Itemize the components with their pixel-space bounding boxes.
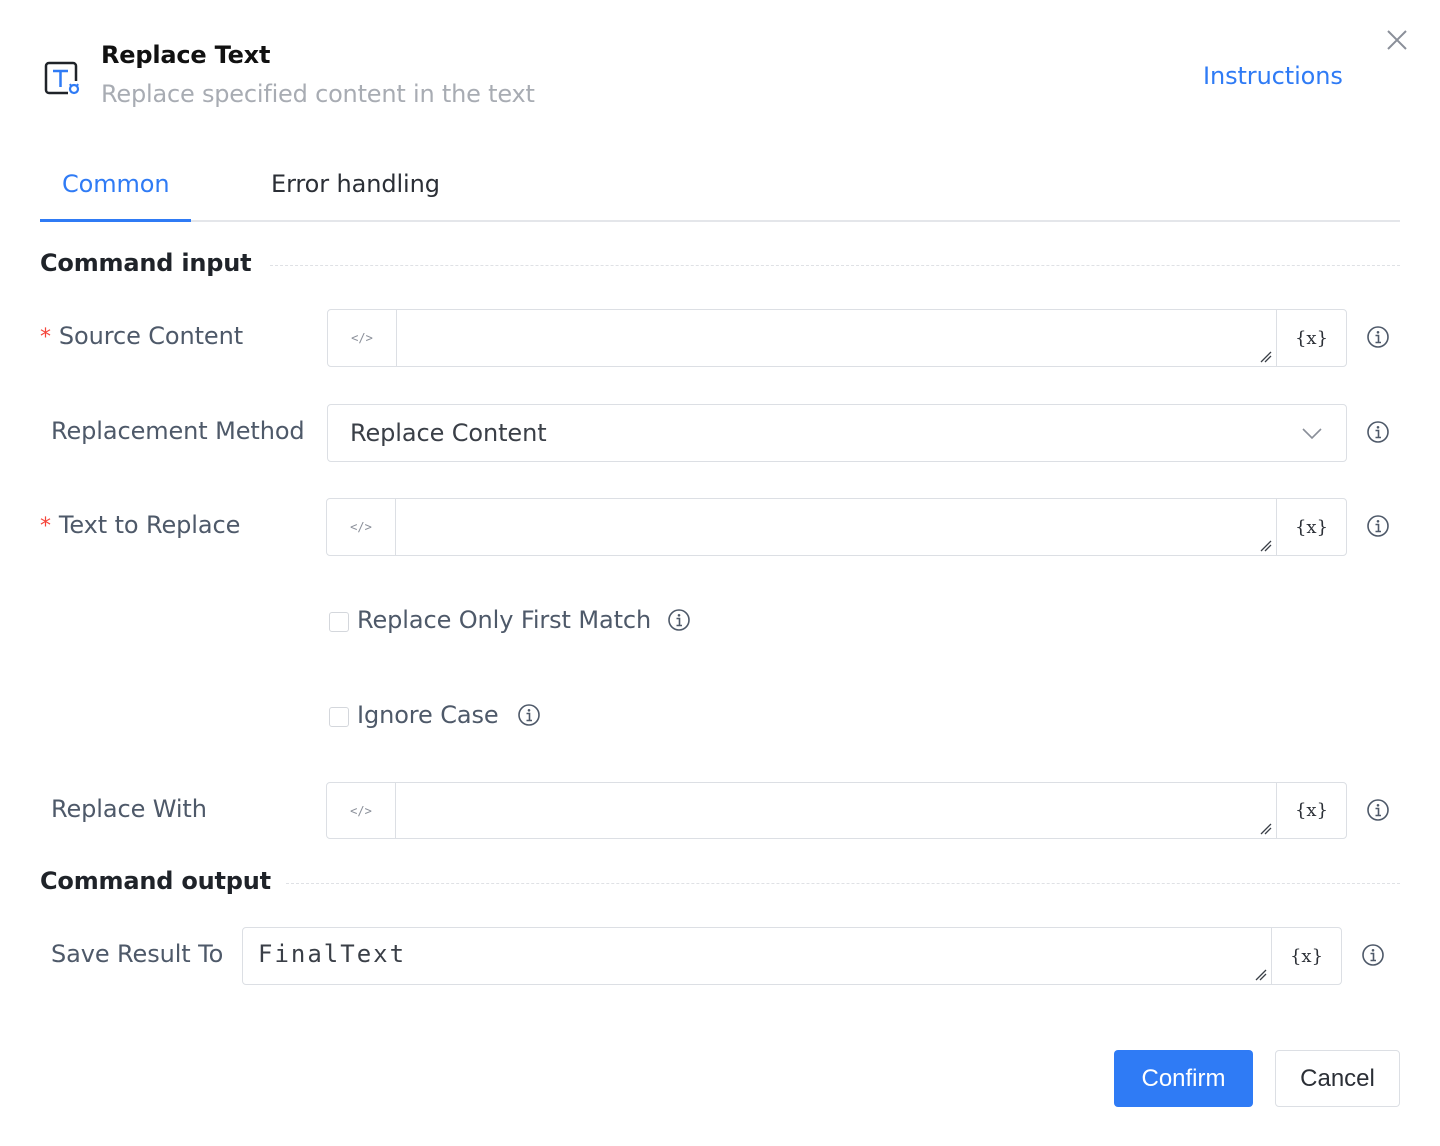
resize-handle-icon[interactable] [1260,823,1272,835]
tab-bar: Common Error handling [40,160,1400,222]
resize-handle-icon[interactable] [1255,969,1267,981]
instructions-link[interactable]: Instructions [1203,62,1343,90]
variable-icon[interactable]: {x} [1276,499,1346,555]
close-icon[interactable] [1384,27,1410,53]
save-result-to-input[interactable]: FinalText [243,928,1271,984]
save-result-to-field: FinalText {x} [242,927,1342,985]
info-icon[interactable] [517,703,541,727]
source-content-field: </> {x} [327,309,1347,367]
source-content-label: * Source Content [40,322,243,350]
command-output-title: Command output [40,867,271,895]
variable-icon[interactable]: {x} [1271,928,1341,984]
tab-error-handling[interactable]: Error handling [271,170,440,198]
info-icon[interactable] [1366,420,1390,444]
info-icon[interactable] [1361,943,1385,967]
replace-with-field: </> {x} [326,782,1347,839]
info-icon[interactable] [667,608,691,632]
source-content-input[interactable] [398,310,1276,366]
replacement-method-label: Replacement Method [51,417,305,445]
variable-icon[interactable]: {x} [1276,783,1346,838]
section-divider [286,883,1400,884]
dialog-title: Replace Text [101,41,271,69]
section-divider [270,265,1400,266]
code-icon[interactable]: </> [327,783,396,838]
command-input-title: Command input [40,249,252,277]
save-result-to-value: FinalText [258,940,407,968]
ignore-case-checkbox[interactable] [329,707,349,727]
text-to-replace-input[interactable] [397,499,1276,555]
tab-common[interactable]: Common [62,170,170,198]
text-to-replace-field: </> {x} [326,498,1347,556]
text-replace-icon [44,61,82,95]
replace-only-first-match-checkbox[interactable] [329,612,349,632]
code-icon[interactable]: </> [327,499,396,555]
replace-with-input[interactable] [397,783,1276,838]
resize-handle-icon[interactable] [1260,351,1272,363]
ignore-case-label[interactable]: Ignore Case [357,701,499,729]
code-icon[interactable]: </> [328,310,397,366]
active-tab-indicator [40,219,191,222]
cancel-button[interactable]: Cancel [1275,1050,1400,1107]
resize-handle-icon[interactable] [1260,540,1272,552]
save-result-to-label: Save Result To [51,940,224,968]
text-to-replace-label-text: Text to Replace [58,511,241,539]
text-to-replace-label: * Text to Replace [40,511,240,539]
required-mark: * [40,514,51,539]
confirm-button[interactable]: Confirm [1114,1050,1253,1107]
info-icon[interactable] [1366,798,1390,822]
replacement-method-value: Replace Content [350,419,547,447]
replacement-method-select[interactable]: Replace Content [327,404,1347,462]
info-icon[interactable] [1366,325,1390,349]
chevron-down-icon [1302,428,1322,440]
replace-with-label: Replace With [51,795,207,823]
required-mark: * [40,325,51,350]
info-icon[interactable] [1366,514,1390,538]
variable-icon[interactable]: {x} [1276,310,1346,366]
dialog-subtitle: Replace specified content in the text [101,80,535,108]
source-content-label-text: Source Content [58,322,244,350]
replace-only-first-match-label[interactable]: Replace Only First Match [357,606,651,634]
